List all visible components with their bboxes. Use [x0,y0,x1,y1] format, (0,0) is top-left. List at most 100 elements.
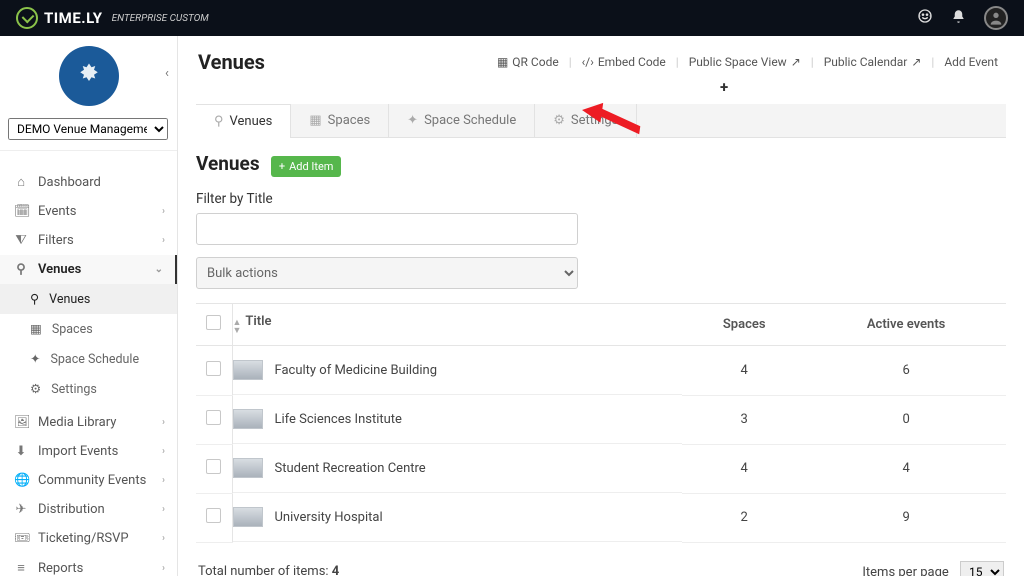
sidebar-sub-venues[interactable]: ⚲Venues [0,284,177,314]
schedule-icon: ✦ [407,113,418,128]
venues-table: ▲▼Title Spaces Active events Faculty of … [196,303,1006,543]
ticket-icon: 🎟 [14,531,28,546]
venue-name: Life Sciences Institute [275,412,402,427]
tab-venues[interactable]: ⚲Venues [196,104,291,138]
schedule-icon: ✦ [30,351,40,367]
building-icon: ▦ [309,113,321,128]
topbar-actions [917,6,1008,30]
section-title: Venues [196,152,260,175]
qr-icon: ▦ [497,55,508,69]
public-space-link[interactable]: Public Space View↗ [683,55,807,69]
header-plus[interactable]: + [178,78,1024,96]
spaces-value: 4 [682,444,806,493]
main-content: Venues ▦QR Code| ‹/›Embed Code| Public S… [178,36,1024,576]
venue-thumb [233,360,263,380]
chevron-right-icon: › [162,504,165,515]
venue-name: Student Recreation Centre [275,461,426,476]
chevron-right-icon: › [162,417,165,428]
brand-product: ENTERPRISE CUSTOM [112,13,209,24]
sidebar: ‹ DEMO Venue Managemen ⌂Dashboard 🗓Event… [0,36,178,576]
bell-icon[interactable] [951,9,966,28]
brand-name: TIME.LY [44,9,103,27]
sidebar-item-ticketing[interactable]: 🎟Ticketing/RSVP› [0,524,177,553]
select-all-checkbox[interactable] [206,315,221,330]
sidebar-item-filters[interactable]: ⧨Filters› [0,226,177,255]
public-calendar-link[interactable]: Public Calendar↗ [818,55,928,69]
total-count: Total number of items: 4 [198,564,339,576]
row-checkbox[interactable] [206,361,221,376]
sidebar-sub-settings[interactable]: ⚙Settings [0,374,177,404]
sidebar-menu: ⌂Dashboard 🗓Events› ⧨Filters› ⚲Venues⌄ [0,150,177,284]
external-icon: ↗ [791,55,801,69]
items-per-page-select[interactable]: 15 [960,561,1004,576]
chevron-right-icon: › [162,475,165,486]
sidebar-sub-spaces[interactable]: ▦Spaces [0,314,177,344]
chevron-right-icon: › [162,446,165,457]
chevron-right-icon: › [162,235,165,246]
spaces-value: 2 [682,493,806,542]
embed-code-link[interactable]: ‹/›Embed Code [576,55,672,69]
sidebar-item-dashboard[interactable]: ⌂Dashboard [0,167,177,197]
active-value: 9 [806,493,1006,542]
venue-name: University Hospital [275,510,383,525]
active-value: 0 [806,395,1006,444]
tenant-selector[interactable]: DEMO Venue Managemen [8,118,168,140]
sliders-icon: ⚙ [30,381,41,397]
table-row[interactable]: Life Sciences Institute 3 0 [196,395,1006,444]
sidebar-item-media[interactable]: 🖼Media Library› [0,408,177,437]
header-actions: ▦QR Code| ‹/›Embed Code| Public Space Vi… [491,55,1004,69]
chevron-right-icon: › [162,563,165,574]
spaces-value: 4 [682,346,806,396]
sidebar-item-reports[interactable]: ≡Reports› [0,553,177,583]
sidebar-collapse-icon[interactable]: ‹ [165,66,169,81]
col-spaces[interactable]: Spaces [682,304,806,346]
tabs: ⚲Venues ▦Spaces ✦Space Schedule ⚙Setting… [196,104,1006,138]
code-icon: ‹/› [582,55,594,69]
row-checkbox[interactable] [206,508,221,523]
add-event-link[interactable]: Add Event [938,55,1004,69]
spaces-value: 3 [682,395,806,444]
sidebar-item-venues[interactable]: ⚲Venues⌄ [0,255,177,284]
send-icon: ✈ [14,502,28,517]
chevron-right-icon: › [162,206,165,217]
sidebar-submenu-venues: ⚲Venues ▦Spaces ✦Space Schedule ⚙Setting… [0,284,177,404]
sidebar-sub-schedule[interactable]: ✦Space Schedule [0,344,177,374]
table-row[interactable]: Student Recreation Centre 4 4 [196,444,1006,493]
col-title[interactable]: ▲▼Title [232,304,682,346]
venue-thumb [233,458,263,478]
add-item-button[interactable]: +Add Item [271,156,342,177]
row-checkbox[interactable] [206,410,221,425]
calendar-icon: 🗓 [14,204,28,219]
plus-icon: + [279,160,285,173]
filter-icon: ⧨ [14,233,28,248]
sidebar-item-community[interactable]: 🌐Community Events› [0,466,177,495]
active-value: 6 [806,346,1006,396]
sidebar-item-distribution[interactable]: ✈Distribution› [0,495,177,524]
tab-spaces[interactable]: ▦Spaces [291,104,389,137]
row-checkbox[interactable] [206,459,221,474]
qr-code-link[interactable]: ▦QR Code [491,55,565,69]
sidebar-item-events[interactable]: 🗓Events› [0,197,177,226]
list-icon: ≡ [14,560,28,576]
image-icon: 🖼 [14,415,28,430]
topbar: TIME.LY ENTERPRISE CUSTOM [0,0,1024,36]
table-row[interactable]: Faculty of Medicine Building 4 6 [196,346,1006,396]
avatar[interactable] [984,6,1008,30]
tab-space-schedule[interactable]: ✦Space Schedule [389,104,535,137]
bulk-actions-select[interactable]: Bulk actions [196,257,578,289]
sidebar-header: ‹ [0,36,177,118]
table-footer: Total number of items: 4 Items per page … [196,561,1006,576]
col-active-events[interactable]: Active events [806,304,1006,346]
tab-settings[interactable]: ⚙Settings [535,104,637,137]
filter-title-input[interactable] [196,213,578,245]
table-row[interactable]: University Hospital 2 9 [196,493,1006,542]
venue-thumb [233,409,263,429]
sidebar-item-import[interactable]: ⬇Import Events› [0,437,177,466]
sliders-icon: ⚙ [553,113,565,128]
support-icon[interactable] [917,8,933,28]
filter-label: Filter by Title [196,191,1006,207]
globe-icon: 🌐 [14,473,28,488]
tenant-logo [59,46,119,106]
pin-icon: ⚲ [14,262,28,277]
venue-name: Faculty of Medicine Building [275,363,438,378]
